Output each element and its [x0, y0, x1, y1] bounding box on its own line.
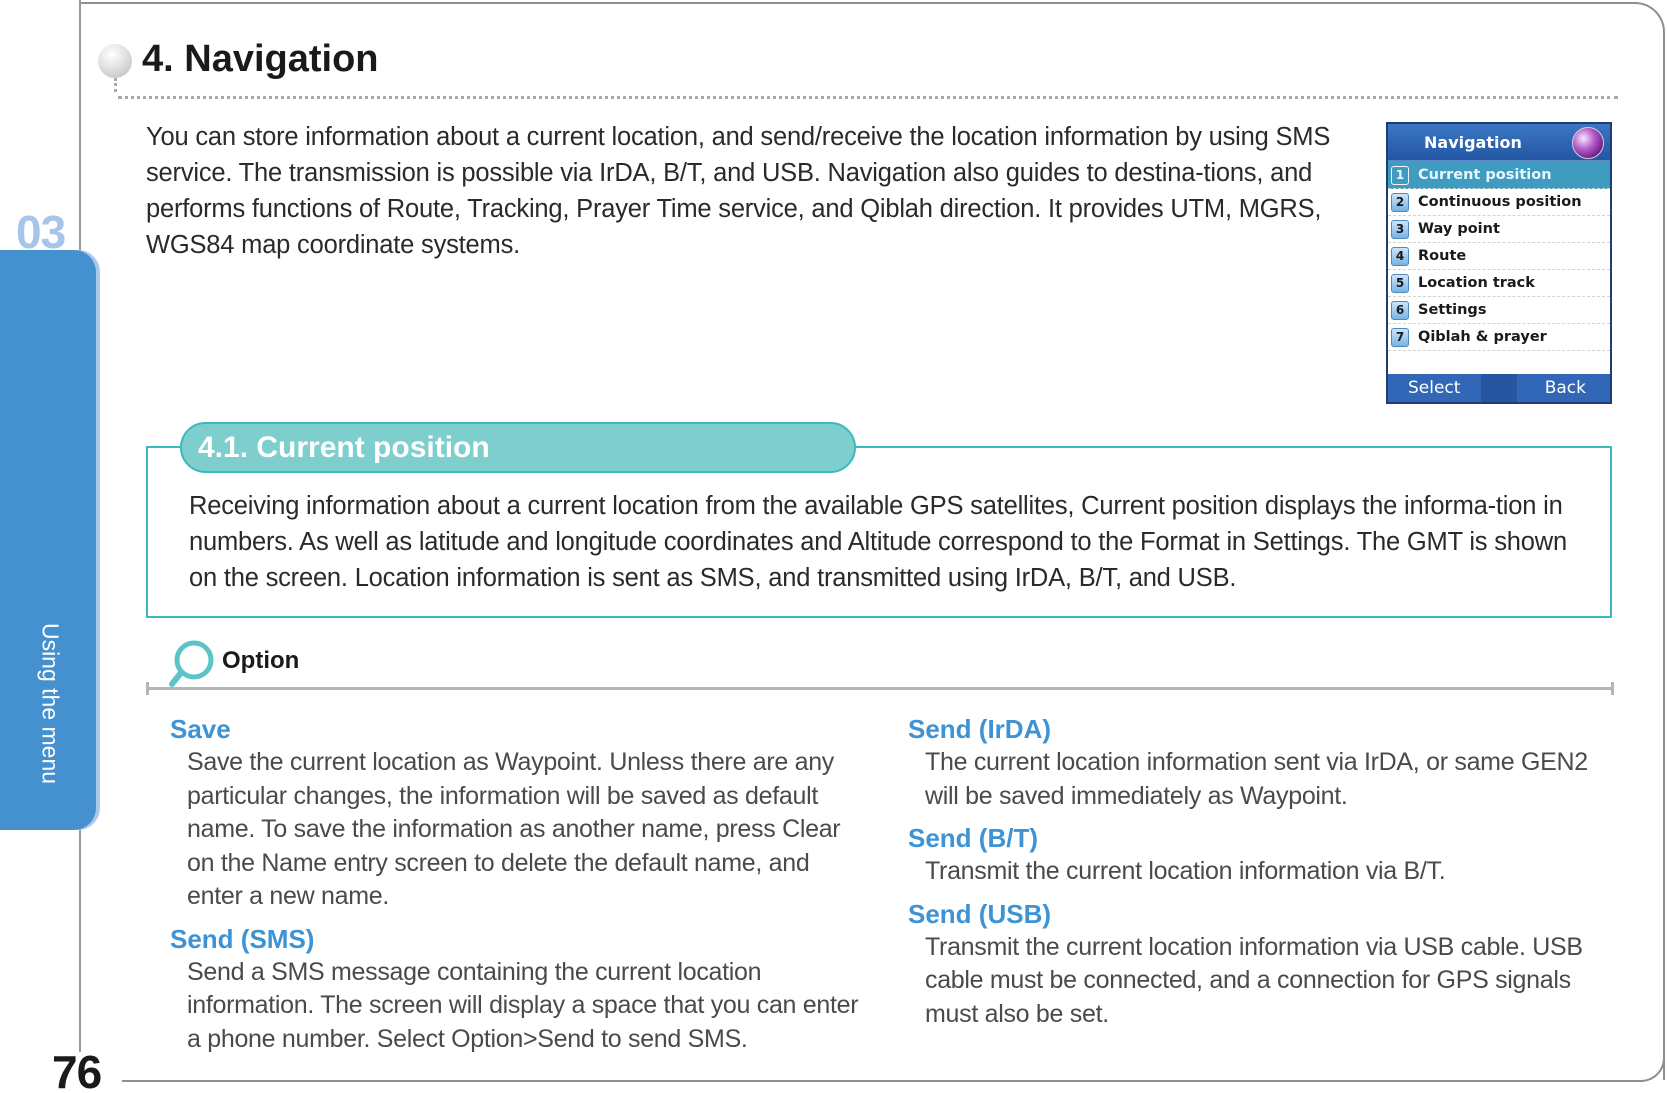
option-description: Transmit the current location informatio… [925, 857, 1446, 885]
option-description: The current location information sent vi… [925, 748, 1588, 810]
phone-softkeys: Select Back [1388, 374, 1610, 402]
phone-menu-item[interactable]: 6 Settings [1388, 297, 1610, 324]
phone-menu-item-label: Location track [1418, 275, 1535, 291]
softkey-back[interactable]: Back [1545, 378, 1586, 398]
softkey-select[interactable]: Select [1408, 378, 1460, 398]
intro-paragraph: You can store information about a curren… [146, 123, 1331, 259]
number-badge-icon: 3 [1391, 219, 1409, 239]
phone-menu-item-label: Qiblah & prayer [1418, 329, 1547, 345]
number-badge-icon: 2 [1391, 192, 1409, 212]
page-title: 4. Navigation [142, 38, 379, 80]
options-right-column: Send (IrDA) The current location informat… [908, 712, 1608, 1039]
phone-menu-list: 1 Current position 2 Continuous position 3 Wa… [1388, 162, 1610, 351]
option-label: Option [222, 647, 300, 674]
number-badge-icon: 5 [1391, 273, 1409, 293]
option-title: Send (B/T) [908, 823, 1038, 853]
option-description: Send a SMS message containing the curren… [187, 957, 859, 1053]
phone-menu-item[interactable]: 5 Location track [1388, 270, 1610, 297]
title-bullet-icon [98, 44, 132, 78]
title-divider [118, 96, 1618, 99]
page-number: 76 [52, 1046, 102, 1093]
phone-menu-item-label: Settings [1418, 302, 1487, 318]
option-description: Transmit the current location informatio… [925, 932, 1583, 1028]
phone-menu-item-label: Route [1418, 248, 1467, 264]
number-badge-icon: 6 [1391, 300, 1409, 320]
option-title: Send (SMS) [170, 923, 315, 954]
option-title: Send (IrDA) [908, 714, 1051, 744]
number-badge-icon: 4 [1391, 246, 1409, 266]
number-badge-icon: 1 [1391, 165, 1409, 185]
option-title: Save [170, 714, 231, 744]
phone-header: Navigation [1388, 124, 1610, 162]
section-body: Receiving information about a current lo… [189, 492, 1567, 592]
title-bullet-dots [114, 78, 118, 92]
phone-menu-item[interactable]: 3 Way point [1388, 216, 1610, 243]
phone-menu-item[interactable]: 1 Current position [1388, 162, 1610, 189]
phone-menu-item-label: Current position [1418, 167, 1552, 183]
section-title: 4.1. Current position [180, 422, 856, 473]
chapter-number: 03 [16, 206, 66, 258]
number-badge-icon: 7 [1391, 327, 1409, 347]
phone-menu-item-label: Way point [1418, 221, 1500, 237]
phone-menu-item[interactable]: 7 Qiblah & prayer [1388, 324, 1610, 351]
option-title: Send (USB) [908, 898, 1051, 929]
option-rule-cap-right [1611, 682, 1614, 695]
phone-title: Navigation [1424, 132, 1522, 152]
chapter-tab: Using the menu [0, 250, 96, 830]
phone-menu-item[interactable]: 4 Route [1388, 243, 1610, 270]
option-description: Save the current location as Waypoint. U… [187, 748, 841, 910]
option-divider [146, 687, 1614, 690]
globe-icon [1572, 127, 1604, 159]
magnifier-icon [169, 640, 214, 687]
phone-screenshot: Navigation 1 Current position 2 Continuous … [1386, 122, 1612, 404]
options-left-column: Save Save the current location as Waypoin… [170, 712, 860, 1064]
chapter-tab-label: Using the menu [37, 622, 64, 785]
phone-menu-item[interactable]: 2 Continuous position [1388, 189, 1610, 216]
phone-menu-item-label: Continuous position [1418, 194, 1582, 210]
